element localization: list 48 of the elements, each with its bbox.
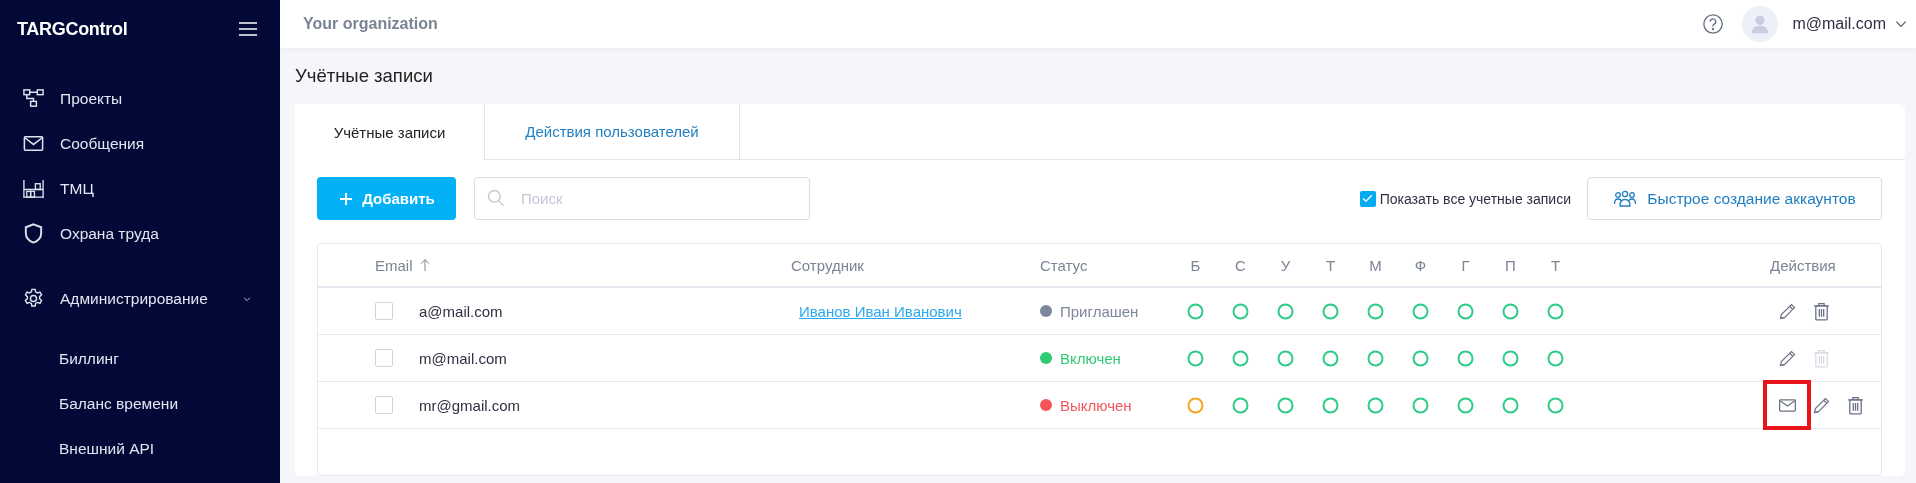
sidebar-item[interactable]: Проекты xyxy=(0,76,280,121)
status-label: Выключен xyxy=(1060,396,1132,414)
column-header: М xyxy=(1369,256,1382,274)
app-logo: TARGControl xyxy=(17,18,128,40)
row-checkbox[interactable] xyxy=(375,396,393,414)
status-label: Включен xyxy=(1060,349,1121,367)
sidebar-subitem[interactable]: Баланс времени xyxy=(0,381,280,426)
column-header: Т xyxy=(1550,256,1561,274)
row-checkbox[interactable] xyxy=(375,302,393,320)
search-icon xyxy=(486,188,506,208)
checkbox-label[interactable]: Показать все учетные записи xyxy=(1379,190,1571,207)
organization-name: Your organization xyxy=(303,15,438,33)
search-field[interactable]: Поиск xyxy=(474,177,810,220)
column-header: Сотрудник xyxy=(791,256,865,274)
email-cell-text: m@mail.com xyxy=(419,349,508,367)
sidebar-item[interactable]: ТМЦ xyxy=(0,166,280,211)
column-header: П xyxy=(1505,256,1516,274)
settings-icon xyxy=(22,287,45,310)
column-header: Ф xyxy=(1414,256,1427,274)
user-email[interactable]: m@mail.com xyxy=(1792,15,1886,33)
row-checkbox[interactable] xyxy=(375,349,393,367)
hierarchy-icon xyxy=(22,87,45,110)
send-invite-button[interactable] xyxy=(1763,380,1811,430)
checkmark-icon xyxy=(1361,192,1375,205)
checkbox[interactable] xyxy=(1359,190,1376,207)
column-header[interactable]: Email xyxy=(375,256,413,274)
shelf-icon xyxy=(22,177,45,200)
page-title: Учётные записи xyxy=(295,64,434,88)
tab[interactable]: Учётные записи xyxy=(295,104,485,160)
column-header: С xyxy=(1235,256,1246,274)
sidebar-subitem[interactable]: Внешний API xyxy=(0,426,280,471)
column-header: Действия xyxy=(1770,256,1836,274)
sidebar-subitem[interactable]: Биллинг xyxy=(0,336,280,381)
column-header: Статус xyxy=(1040,256,1089,274)
shield-icon xyxy=(22,222,45,245)
sidebar-item[interactable]: Администрирование xyxy=(0,276,280,321)
plus-icon xyxy=(338,190,355,207)
help-icon[interactable] xyxy=(1702,13,1725,35)
column-header: У xyxy=(1280,256,1291,274)
status-label: Приглашен xyxy=(1060,302,1139,320)
column-header: Г xyxy=(1461,256,1470,274)
sidebar-item[interactable]: Охрана труда xyxy=(0,211,280,256)
column-header: Б xyxy=(1190,256,1201,274)
email-cell-text: a@mail.com xyxy=(419,302,504,320)
email-cell-text: mr@gmail.com xyxy=(419,396,522,414)
quick-create-button[interactable]: Быстрое создание аккаунтов xyxy=(1587,177,1882,220)
column-header: Т xyxy=(1325,256,1336,274)
sidebar-item[interactable]: Сообщения xyxy=(0,121,280,166)
